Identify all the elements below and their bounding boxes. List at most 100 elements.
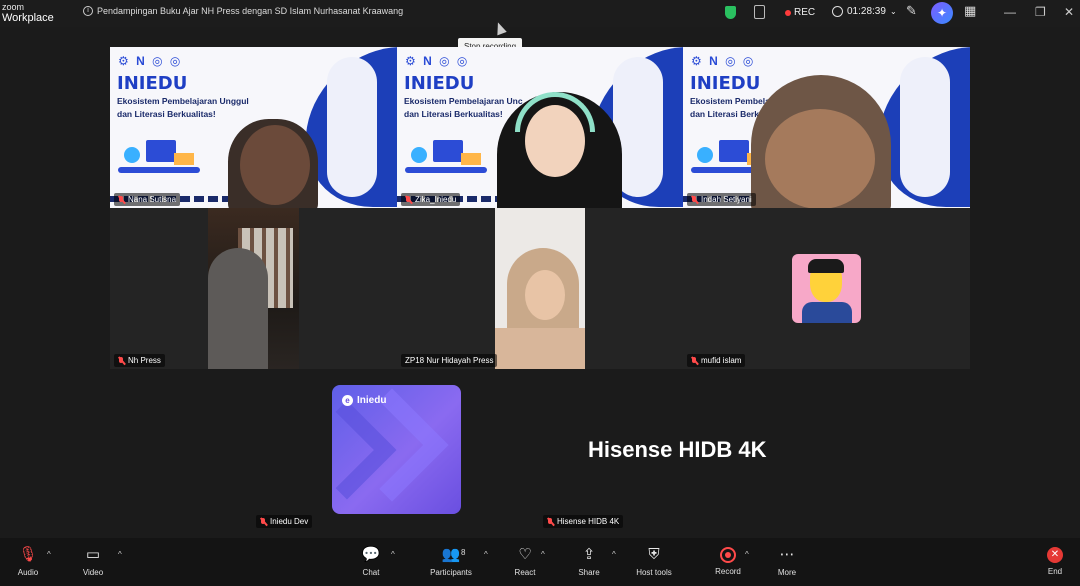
info-icon[interactable]: i — [83, 6, 93, 16]
iniedu-label: Iniedu — [357, 395, 387, 406]
app-logo: zoom Workplace — [2, 3, 54, 24]
meeting-title-text: Pendampingan Buku Ajar NH Press dengan S… — [97, 6, 404, 16]
restore-button[interactable]: ❐ — [1035, 5, 1046, 19]
video-caret-icon[interactable]: ^ — [118, 550, 122, 559]
laptop-icon — [719, 140, 749, 162]
record-button[interactable]: Record — [698, 546, 758, 576]
slide-wave-inner — [327, 57, 377, 197]
chat-icon: 💬 — [361, 546, 381, 563]
audio-caret-icon[interactable]: ^ — [47, 550, 51, 559]
participant-name: Nh Press — [128, 356, 161, 365]
mic-muted-icon — [118, 356, 125, 365]
name-tag: Nh Press — [114, 354, 165, 367]
participant-count: 8 — [461, 548, 466, 557]
participants-caret-icon[interactable]: ^ — [484, 550, 488, 559]
video-button[interactable]: ▭ Video — [63, 546, 123, 577]
record-icon — [720, 547, 736, 563]
books-icon — [174, 153, 194, 165]
brand-top: zoom — [2, 2, 25, 12]
meeting-title[interactable]: i Pendampingan Buku Ajar NH Press dengan… — [83, 6, 403, 16]
end-label: End — [1047, 567, 1063, 576]
mic-muted-icon — [260, 517, 267, 526]
recording-indicator[interactable]: REC — [785, 7, 815, 18]
notes-icon[interactable] — [754, 5, 765, 19]
host-tools-label: Host tools — [636, 568, 672, 577]
books-icon — [461, 153, 481, 165]
participant-name: mufid islam — [701, 356, 742, 365]
heart-icon: ♡ — [518, 546, 532, 563]
tagline-line2: dan Literasi Berkualitas! — [117, 109, 216, 119]
participants-button[interactable]: 👥 Participants — [421, 546, 481, 577]
partner-logos: ⚙ N ◎ ◎ — [405, 54, 470, 68]
avatar-iniedu-dev[interactable]: e Iniedu — [332, 385, 461, 514]
participant-name: Indah Setiyani — [701, 195, 752, 204]
share-caret-icon[interactable]: ^ — [612, 550, 616, 559]
participant-name: ZP18 Nur Hidayah Press — [405, 356, 494, 365]
participants-icon: 👥 — [441, 546, 461, 563]
face-nana — [240, 125, 310, 205]
encryption-shield-icon[interactable] — [725, 6, 736, 19]
mic-muted-icon — [405, 195, 412, 204]
video-tile-nana[interactable]: ⚙ N ◎ ◎ INIEDU Ekosistem Pembelajaran Un… — [110, 47, 397, 208]
react-button[interactable]: ♡ React — [495, 546, 555, 577]
laptop-icon — [146, 140, 176, 162]
chat-caret-icon[interactable]: ^ — [391, 550, 395, 559]
share-button[interactable]: ⇪ Share — [559, 546, 619, 577]
video-label: Video — [82, 568, 104, 577]
title-bar: zoom Workplace i Pendampingan Buku Ajar … — [0, 0, 1080, 27]
minimize-button[interactable]: — — [1004, 5, 1016, 19]
pen-icon[interactable]: ✎ — [906, 4, 917, 17]
more-dots-icon: ⋯ — [779, 546, 795, 563]
react-label: React — [514, 568, 536, 577]
mic-muted-icon — [691, 195, 698, 204]
globe-icon — [124, 147, 140, 163]
name-tag-hisense: Hisense HIDB 4K — [543, 515, 624, 528]
video-tile-indah[interactable]: ⚙ N ◎ ◎ INIEDU Ekosistem Pembela dan Lit… — [683, 47, 970, 208]
chevron-down-icon: ⌄ — [889, 7, 897, 16]
record-caret-icon[interactable]: ^ — [745, 550, 749, 559]
name-tag: Indah Setiyani — [687, 193, 756, 206]
slide-brand: INIEDU — [117, 73, 188, 94]
audio-label: Audio — [17, 568, 39, 577]
share-label: Share — [578, 568, 600, 577]
apps-grid-icon[interactable]: ▦ — [964, 4, 976, 17]
end-call-icon: ✕ — [1047, 547, 1063, 563]
camera-icon: ▭ — [85, 546, 101, 563]
end-button[interactable]: ✕ End — [1025, 546, 1080, 576]
video-tile-zika[interactable]: ⚙ N ◎ ◎ INIEDU Ekosistem Pembelajaran Un… — [397, 47, 683, 208]
mic-muted-icon — [118, 195, 125, 204]
slide-brand: INIEDU — [690, 73, 761, 94]
mic-off-icon: 🎙 — [18, 546, 38, 563]
slide-illustration — [405, 135, 487, 185]
device-name-display: Hisense HIDB 4K — [588, 437, 767, 462]
ai-companion-icon[interactable]: ✦ — [931, 2, 953, 24]
mic-muted-icon — [691, 356, 698, 365]
partner-logos: ⚙ N ◎ ◎ — [118, 54, 183, 68]
brand-bottom: Workplace — [2, 12, 54, 24]
video-tile-nur-hidayah[interactable]: ZP18 Nur Hidayah Press — [397, 208, 683, 369]
participant-name: Nana Sutisna — [128, 195, 177, 204]
globe-icon — [697, 147, 713, 163]
globe-icon — [411, 147, 427, 163]
react-caret-icon[interactable]: ^ — [541, 550, 545, 559]
iniedu-logo: e Iniedu — [342, 395, 386, 406]
zoom-meeting-window: zoom Workplace i Pendampingan Buku Ajar … — [0, 0, 1080, 586]
participants-label: Participants — [430, 568, 472, 577]
record-dot-icon — [785, 9, 791, 16]
iniedu-e-icon: e — [342, 395, 353, 406]
close-button[interactable]: ✕ — [1064, 5, 1074, 19]
elapsed-time: 01:28:39 — [847, 6, 886, 17]
clothing-shape — [495, 328, 585, 369]
face-indah — [765, 109, 875, 208]
participant-name: Zika_Iniedu — [415, 195, 457, 204]
more-button[interactable]: ⋯ More — [757, 546, 817, 577]
meeting-timer[interactable]: 01:28:39 ⌄ — [832, 6, 897, 17]
face-nur-hidayah — [525, 270, 565, 320]
slide-wave-inner — [900, 57, 950, 197]
video-tile-nh-press[interactable]: Nh Press — [110, 208, 397, 369]
platform-shape — [118, 167, 200, 173]
name-tag: mufid islam — [687, 354, 746, 367]
name-tag: Nana Sutisna — [114, 193, 181, 206]
name-tag: Zika_Iniedu — [401, 193, 461, 206]
host-tools-button[interactable]: ⛨ Host tools — [624, 546, 684, 577]
